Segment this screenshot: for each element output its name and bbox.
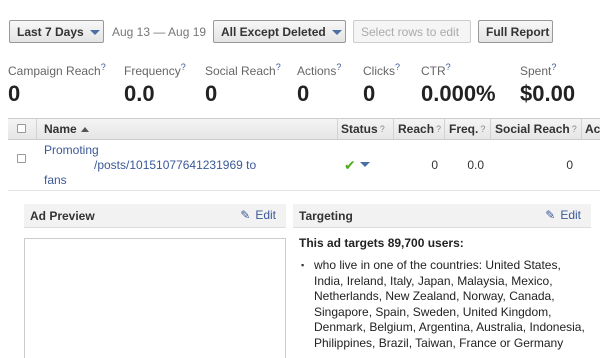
stat-ctr: CTR? 0.000% <box>421 62 496 107</box>
pencil-icon: ✎ <box>545 208 556 222</box>
row-checkbox[interactable] <box>17 154 26 163</box>
date-range-dropdown[interactable]: Last 7 Days <box>9 20 104 43</box>
sort-ascending-icon <box>80 126 89 132</box>
stat-campaign-reach: Campaign Reach? 0 <box>8 62 106 107</box>
targeting-countries: who live in one of the countries: United… <box>299 258 589 351</box>
stat-value: 0 <box>205 81 218 106</box>
help-icon[interactable]: ? <box>446 62 451 72</box>
help-icon[interactable]: ? <box>551 62 556 72</box>
help-icon[interactable]: ? <box>572 124 577 134</box>
stat-value: 0 <box>297 81 310 106</box>
column-reach-label: Reach <box>398 122 435 136</box>
stat-label: CTR <box>421 64 446 78</box>
date-range-label: Last 7 Days <box>17 24 84 39</box>
reach-value: 0 <box>431 158 438 172</box>
column-header-social-reach[interactable]: Social Reach? <box>490 119 581 139</box>
stat-label: Campaign Reach <box>8 64 101 78</box>
status-filter-label: All Except Deleted <box>221 24 326 39</box>
pencil-icon: ✎ <box>240 208 251 222</box>
campaign-name-line: fans <box>44 173 67 187</box>
help-icon[interactable]: ? <box>276 62 281 72</box>
column-status-label: Status <box>341 122 378 136</box>
edit-label: Edit <box>255 208 276 222</box>
campaign-name-line: Promoting <box>44 143 99 157</box>
help-icon[interactable]: ? <box>336 62 341 72</box>
help-icon[interactable]: ? <box>436 124 441 134</box>
chevron-down-icon <box>331 29 342 35</box>
stat-social-reach: Social Reach? 0 <box>205 62 281 107</box>
status-dropdown-chevron-icon[interactable] <box>360 162 370 167</box>
help-icon[interactable]: ? <box>181 62 186 72</box>
campaign-name-line: /posts/10151077641231969 to <box>94 158 257 172</box>
stat-value: 0 <box>363 81 376 106</box>
stat-label: Spent <box>520 64 552 78</box>
targeting-title: Targeting <box>299 208 353 223</box>
column-header-actions[interactable]: Act <box>581 119 600 139</box>
targeting-edit-link[interactable]: ✎ Edit <box>545 208 581 222</box>
stat-frequency: Frequency? 0.0 <box>124 62 186 107</box>
date-range-text: Aug 13 — Aug 19 <box>112 25 207 39</box>
column-header-status[interactable]: Status? <box>337 119 393 139</box>
social-reach-value: 0 <box>566 158 573 172</box>
stat-label: Frequency <box>124 64 181 78</box>
chevron-down-icon <box>89 29 100 35</box>
column-header-freq[interactable]: Freq.? <box>444 119 490 139</box>
targeting-header: Targeting ✎ Edit <box>293 204 591 228</box>
targeting-headline: This ad targets 89,700 users: <box>299 236 464 250</box>
ad-preview-edit-link[interactable]: ✎ Edit <box>240 208 276 222</box>
edit-label: Edit <box>560 208 581 222</box>
toolbar: Last 7 Days Aug 13 — Aug 19 All Except D… <box>0 0 600 58</box>
table-row: Promoting /posts/10151077641231969 to fa… <box>8 141 600 191</box>
targeting-list: who live in one of the countries: United… <box>299 258 589 351</box>
stat-value: 0.000% <box>421 81 496 106</box>
status-filter-dropdown[interactable]: All Except Deleted <box>213 20 346 43</box>
stat-actions: Actions? 0 <box>297 62 341 107</box>
column-freq-label: Freq. <box>449 122 479 136</box>
ad-preview-header: Ad Preview ✎ Edit <box>24 204 286 228</box>
column-header-reach[interactable]: Reach? <box>393 119 444 139</box>
ad-preview-box <box>24 238 286 358</box>
stat-value: 0.0 <box>124 81 155 106</box>
select-all-checkbox[interactable] <box>17 124 26 133</box>
help-icon[interactable]: ? <box>380 124 385 134</box>
full-report-button[interactable]: Full Report <box>478 20 553 43</box>
stat-label: Clicks <box>363 64 395 78</box>
stat-value: 0 <box>8 81 21 106</box>
stat-value: $0.00 <box>520 81 576 106</box>
stat-clicks: Clicks? 0 <box>363 62 400 107</box>
help-icon[interactable]: ? <box>480 124 485 134</box>
column-header-name[interactable]: Name <box>36 119 337 139</box>
campaign-name-link[interactable]: Promoting /posts/10151077641231969 to fa… <box>44 143 284 188</box>
stat-spent: Spent? $0.00 <box>520 62 575 107</box>
column-actions-label: Act <box>585 122 600 136</box>
freq-value: 0.0 <box>467 158 484 172</box>
help-icon[interactable]: ? <box>101 62 106 72</box>
help-icon[interactable]: ? <box>395 62 400 72</box>
status-active-check-icon: ✔ <box>344 157 356 173</box>
select-rows-button[interactable]: Select rows to edit <box>353 20 471 43</box>
ad-preview-title: Ad Preview <box>30 208 95 223</box>
column-name-label: Name <box>44 122 77 136</box>
stat-label: Social Reach <box>205 64 276 78</box>
stat-label: Actions <box>297 64 337 78</box>
targeting-details: This ad targets 89,700 users: who live i… <box>299 236 589 351</box>
table-header: Name Status? Reach? Freq.? Social Reach?… <box>8 118 600 140</box>
column-social-reach-label: Social Reach <box>495 122 570 136</box>
